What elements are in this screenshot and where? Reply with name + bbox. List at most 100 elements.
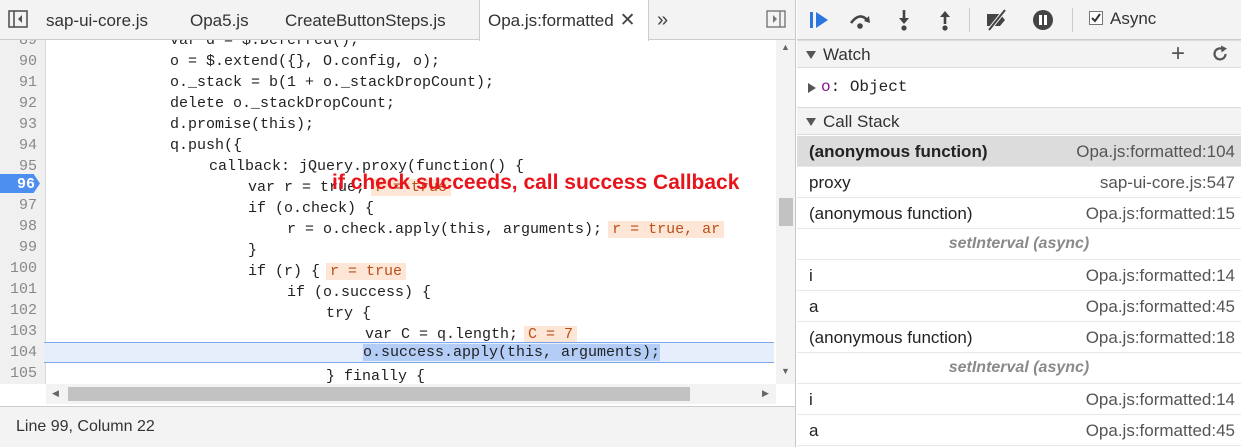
vertical-scroll-thumb[interactable] — [779, 198, 793, 226]
async-separator: setInterval (async) — [797, 229, 1241, 260]
frame-location[interactable]: Opa.js:formatted:14 — [1086, 390, 1235, 410]
line-number[interactable]: 89 — [0, 40, 37, 51]
line-number[interactable]: 104 — [0, 342, 37, 363]
code-line: q.push({ — [170, 137, 243, 154]
async-label[interactable]: Async — [1110, 9, 1156, 29]
code-line: } finally { — [326, 368, 426, 384]
resume-icon[interactable] — [808, 9, 832, 31]
code-line: try { — [326, 305, 372, 322]
async-checkbox[interactable] — [1089, 11, 1103, 25]
tab-opa-formatted[interactable]: Opa.js:formatted ✕ — [479, 0, 649, 41]
code-text: r = o.check.apply(this, arguments); — [287, 221, 603, 238]
code-line: d.promise(this); — [170, 116, 315, 133]
call-frame[interactable]: i Opa.js:formatted:14 — [797, 384, 1241, 415]
frame-location[interactable]: Opa.js:formatted:104 — [1076, 142, 1235, 162]
tab-create-button-steps[interactable]: CreateButtonSteps.js — [285, 0, 446, 40]
code-text: if (r) { — [248, 263, 321, 280]
refresh-icon[interactable] — [1211, 45, 1229, 63]
more-tabs-button[interactable]: » — [657, 0, 668, 40]
line-number[interactable]: 93 — [0, 114, 37, 135]
frame-function: a — [809, 297, 819, 316]
tab-label: CreateButtonSteps.js — [285, 11, 446, 30]
call-frame[interactable]: a Opa.js:formatted:45 — [797, 291, 1241, 322]
source-editor-pane: sap-ui-core.js Opa5.js CreateButtonSteps… — [0, 0, 796, 447]
navigator-toggle-icon[interactable] — [8, 10, 28, 28]
expand-triangle-icon[interactable] — [806, 51, 816, 59]
expand-triangle-icon[interactable] — [806, 118, 816, 126]
watch-value: Object — [849, 78, 908, 96]
inline-value: C = 7 — [524, 326, 578, 343]
tab-opa5[interactable]: Opa5.js — [190, 0, 249, 40]
tab-sap-ui-core[interactable]: sap-ui-core.js — [46, 0, 148, 40]
step-into-icon[interactable] — [892, 9, 916, 31]
line-number-breakpoint[interactable]: 96 — [0, 174, 35, 195]
frame-location[interactable]: Opa.js:formatted:18 — [1086, 328, 1235, 348]
line-number[interactable]: 103 — [0, 321, 37, 342]
line-number[interactable]: 90 — [0, 51, 37, 72]
line-number[interactable]: 97 — [0, 195, 37, 216]
frame-function: i — [809, 390, 813, 409]
line-number[interactable]: 101 — [0, 279, 37, 300]
code-line: o = $.extend({}, O.config, o); — [170, 53, 441, 70]
add-watch-button[interactable]: + — [1171, 41, 1185, 67]
call-frame[interactable]: (anonymous function) Opa.js:formatted:15 — [797, 198, 1241, 229]
debugger-toggle-icon[interactable] — [766, 10, 786, 28]
call-frame[interactable]: (anonymous function) Opa.js:formatted:10… — [797, 136, 1241, 167]
expand-triangle-icon[interactable] — [808, 83, 816, 93]
vertical-scrollbar[interactable]: ▲ ▼ — [776, 40, 795, 384]
scroll-right-icon[interactable]: ▶ — [762, 388, 769, 399]
call-frame[interactable]: proxy sap-ui-core.js:547 — [797, 167, 1241, 198]
scroll-up-icon[interactable]: ▲ — [781, 42, 790, 52]
pause-on-exceptions-icon[interactable] — [1031, 9, 1055, 31]
code-line: if (o.check) { — [248, 200, 375, 217]
line-number[interactable]: 92 — [0, 93, 37, 114]
line-number[interactable]: 94 — [0, 135, 37, 156]
debugger-sidebar: Async Watch + o: Object Call Stack (anon… — [797, 0, 1241, 447]
code-area[interactable]: 89 90 91 92 93 94 95 96 97 98 99 100 101… — [0, 40, 795, 384]
call-frame[interactable]: i Opa.js:formatted:14 — [797, 260, 1241, 291]
line-number[interactable]: 98 — [0, 216, 37, 237]
close-icon[interactable]: ✕ — [620, 10, 636, 31]
call-stack-title: Call Stack — [823, 112, 900, 131]
toolbar-divider — [969, 8, 970, 32]
step-out-icon[interactable] — [933, 9, 957, 31]
watch-expression: o: Object — [821, 78, 908, 96]
horizontal-scroll-thumb[interactable] — [68, 387, 690, 401]
tab-label: sap-ui-core.js — [46, 11, 149, 30]
frame-location[interactable]: Opa.js:formatted:45 — [1086, 297, 1235, 317]
selected-code: o.success.apply(this, arguments); — [363, 344, 661, 361]
step-over-icon[interactable] — [848, 9, 872, 31]
watch-item[interactable]: o: Object — [797, 72, 1241, 106]
frame-location[interactable]: Opa.js:formatted:45 — [1086, 421, 1235, 441]
debugger-toolbar: Async — [797, 0, 1241, 40]
call-frame[interactable]: a Opa.js:formatted:45 — [797, 415, 1241, 446]
scroll-down-icon[interactable]: ▼ — [781, 366, 790, 376]
annotation-text: if check succeeds, call success Callback — [332, 171, 740, 194]
inline-value: r = true — [326, 263, 407, 280]
code-line: delete o._stackDropCount; — [170, 95, 396, 112]
code-lines[interactable]: var d = $.Deferred(); o = $.extend({}, O… — [44, 40, 776, 384]
code-line: } — [248, 242, 258, 259]
tab-label: Opa.js:formatted — [488, 11, 614, 30]
frame-location[interactable]: Opa.js:formatted:15 — [1086, 204, 1235, 224]
code-line-execution: o.success.apply(this, arguments); — [44, 342, 774, 363]
line-number[interactable]: 105 — [0, 363, 37, 384]
line-number[interactable]: 100 — [0, 258, 37, 279]
code-line: if (o.success) { — [287, 284, 432, 301]
watch-section-header[interactable]: Watch + — [797, 40, 1241, 68]
frame-function: a — [809, 421, 819, 440]
line-number[interactable]: 102 — [0, 300, 37, 321]
frame-location[interactable]: Opa.js:formatted:14 — [1086, 266, 1235, 286]
deactivate-breakpoints-icon[interactable] — [985, 8, 1009, 32]
call-frame[interactable]: (anonymous function) Opa.js:formatted:18 — [797, 322, 1241, 353]
horizontal-scrollbar[interactable]: ◀ ▶ — [46, 384, 776, 404]
scroll-left-icon[interactable]: ◀ — [52, 388, 59, 399]
code-line: r = o.check.apply(this, arguments); r = t… — [46, 219, 776, 240]
call-stack-section-header[interactable]: Call Stack — [797, 107, 1241, 135]
frame-location[interactable]: sap-ui-core.js:547 — [1100, 173, 1235, 193]
line-number-gutter[interactable]: 89 90 91 92 93 94 95 96 97 98 99 100 101… — [0, 40, 46, 384]
code-line: if (r) { r = true — [46, 261, 776, 282]
line-number[interactable]: 99 — [0, 237, 37, 258]
line-number[interactable]: 91 — [0, 72, 37, 93]
frame-function: proxy — [809, 173, 851, 192]
